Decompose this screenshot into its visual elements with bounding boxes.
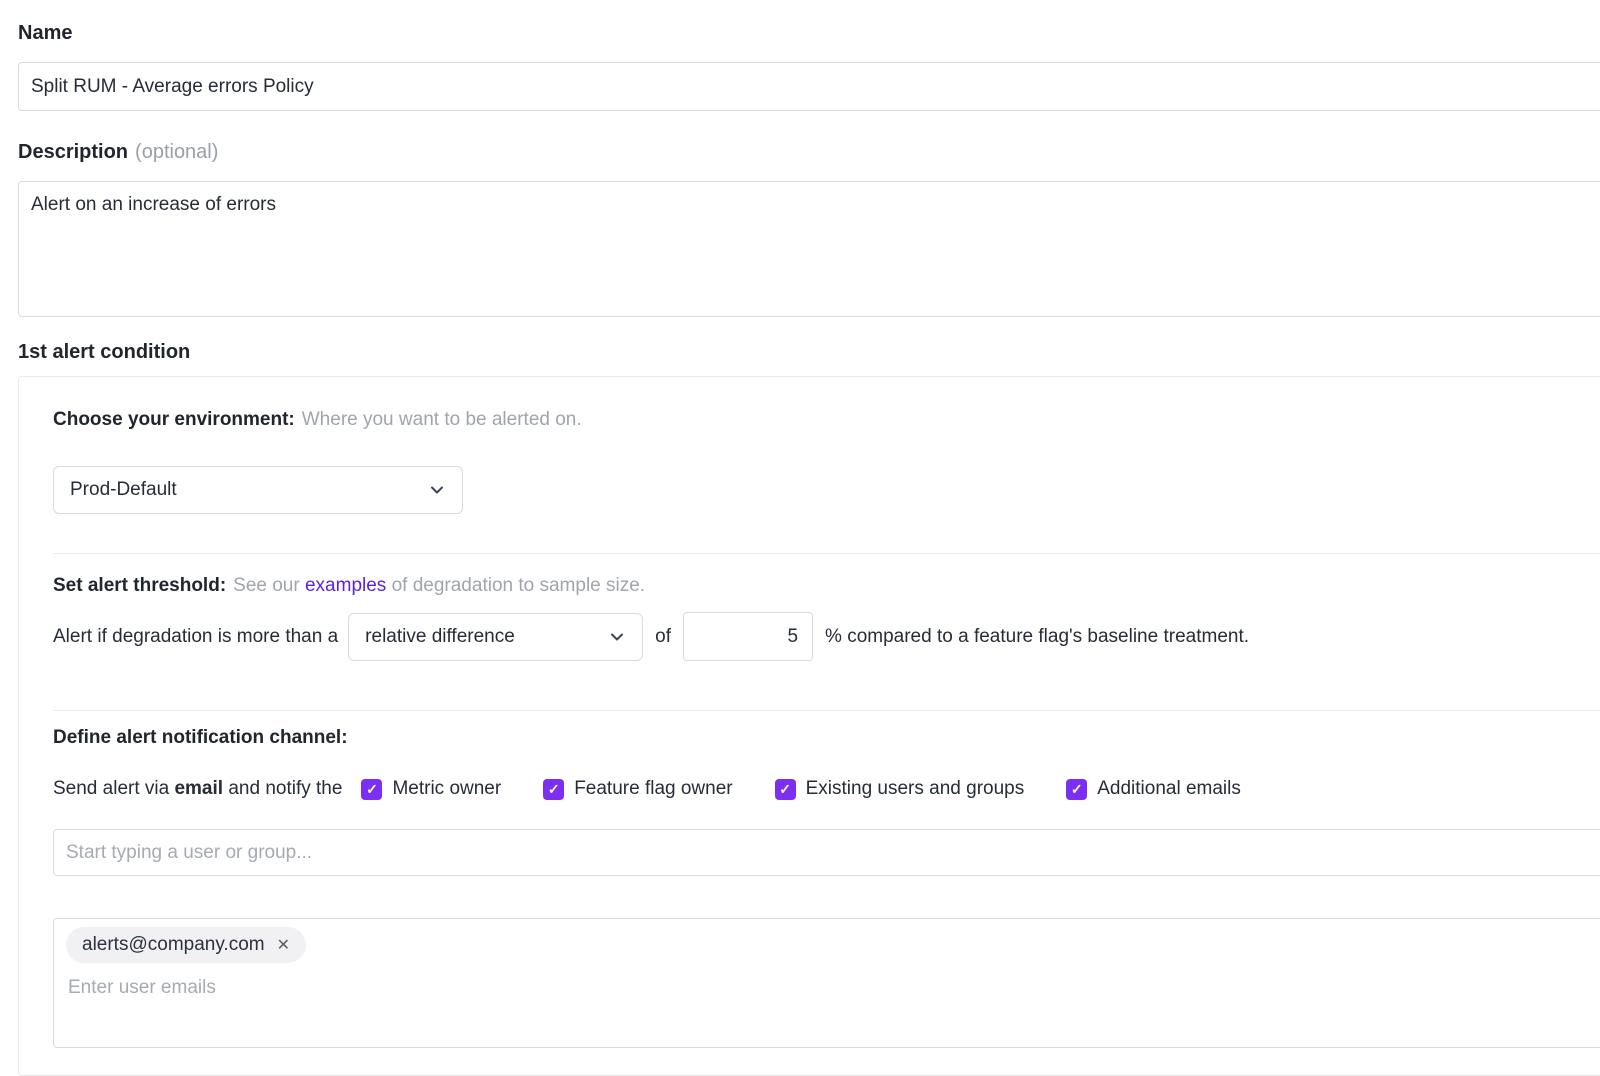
name-label: Name <box>18 22 1600 45</box>
email-chip: alerts@company.com ✕ <box>66 927 306 963</box>
threshold-hint-before: See our <box>233 575 305 596</box>
checkbox-metric-owner[interactable]: ✓ Metric owner <box>361 778 501 800</box>
threshold-sentence-end: % compared to a feature flag's baseline … <box>825 626 1249 648</box>
environment-label: Choose your environment: <box>53 409 295 430</box>
checkbox-label: Metric owner <box>392 778 501 800</box>
threshold-hint-after: of degradation to sample size. <box>386 575 645 596</box>
threshold-sentence-row: Alert if degradation is more than a rela… <box>53 612 1600 661</box>
notification-sentence: Send alert via email and notify the <box>53 778 342 800</box>
degradation-type-selected-value: relative difference <box>365 626 515 648</box>
user-group-search-input[interactable] <box>53 829 1600 876</box>
section-divider <box>53 710 1600 711</box>
checkmark-icon: ✓ <box>1066 779 1087 800</box>
checkbox-label: Additional emails <box>1097 778 1241 800</box>
threshold-label: Set alert threshold: <box>53 575 226 596</box>
description-label: Description (optional) <box>18 141 1600 164</box>
notification-sentence-suffix: and notify the <box>223 778 342 799</box>
condition-heading: 1st alert condition <box>18 341 1600 364</box>
section-divider <box>53 553 1600 554</box>
chevron-down-icon <box>428 481 446 499</box>
alert-policy-form: Name Description (optional) Alert on an i… <box>0 0 1600 1076</box>
examples-link[interactable]: examples <box>305 575 386 596</box>
threshold-value-input[interactable] <box>683 612 813 661</box>
checkbox-label: Existing users and groups <box>806 778 1025 800</box>
description-label-text: Description <box>18 141 128 163</box>
notification-row-label: Define alert notification channel: <box>53 727 1600 749</box>
additional-emails-input[interactable]: alerts@company.com ✕ Enter user emails <box>53 918 1600 1048</box>
checkmark-icon: ✓ <box>361 779 382 800</box>
threshold-of-text: of <box>655 626 671 648</box>
threshold-row-label: Set alert threshold: See our examples of … <box>53 575 1600 597</box>
checkbox-additional-emails[interactable]: ✓ Additional emails <box>1066 778 1241 800</box>
email-chip-label: alerts@company.com <box>82 934 265 956</box>
degradation-type-select[interactable]: relative difference <box>348 613 643 661</box>
condition-panel: Choose your environment: Where you want t… <box>18 376 1600 1076</box>
checkbox-label: Feature flag owner <box>574 778 732 800</box>
checkbox-feature-flag-owner[interactable]: ✓ Feature flag owner <box>543 778 732 800</box>
environment-hint: Where you want to be alerted on. <box>302 409 582 430</box>
remove-chip-icon[interactable]: ✕ <box>277 935 290 955</box>
threshold-sentence-start: Alert if degradation is more than a <box>53 626 338 648</box>
notification-options-row: Send alert via email and notify the ✓ Me… <box>53 778 1600 800</box>
emails-placeholder: Enter user emails <box>68 977 1600 999</box>
checkbox-existing-users-groups[interactable]: ✓ Existing users and groups <box>775 778 1025 800</box>
environment-row-label: Choose your environment: Where you want t… <box>53 409 1600 431</box>
description-optional-text: (optional) <box>135 141 218 163</box>
description-textarea[interactable]: Alert on an increase of errors <box>18 181 1600 317</box>
chevron-down-icon <box>608 628 626 646</box>
environment-selected-value: Prod-Default <box>70 479 177 501</box>
notification-sentence-prefix: Send alert via <box>53 778 174 799</box>
notification-email-word: email <box>174 778 223 799</box>
environment-select[interactable]: Prod-Default <box>53 466 463 514</box>
checkmark-icon: ✓ <box>543 779 564 800</box>
checkmark-icon: ✓ <box>775 779 796 800</box>
name-input[interactable] <box>18 62 1600 111</box>
notification-label: Define alert notification channel: <box>53 727 348 748</box>
